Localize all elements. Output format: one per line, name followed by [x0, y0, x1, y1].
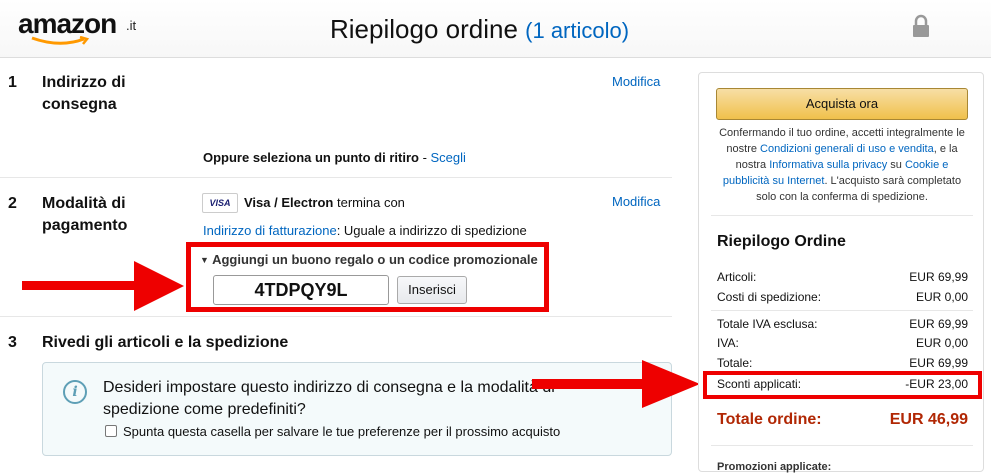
- row-value: EUR 69,99: [909, 317, 968, 331]
- section-2-title: Modalità di pagamento: [42, 195, 128, 234]
- divider: [711, 445, 973, 446]
- summary-row: Totale IVA esclusa: EUR 69,99: [717, 317, 968, 331]
- item-count-link[interactable]: (1 articolo): [525, 18, 629, 43]
- buy-now-button[interactable]: Acquista ora: [716, 88, 968, 120]
- summary-title: Riepilogo Ordine: [717, 233, 846, 250]
- edit-address-link[interactable]: Modifica: [612, 74, 660, 89]
- row-value: -EUR 23,00: [905, 377, 968, 391]
- section-3-title: Rivedi gli articoli e la spedizione: [42, 334, 289, 351]
- row-label: Totale IVA esclusa:: [717, 317, 818, 331]
- terms-link[interactable]: Condizioni generali di uso e vendita: [760, 143, 934, 155]
- order-summary-panel: Acquista ora Confermando il tuo ordine, …: [698, 72, 984, 473]
- page-header: amazon .it Riepilogo ordine (1 articolo): [0, 0, 991, 58]
- save-preferences-checkbox[interactable]: [105, 425, 117, 437]
- caret-down-icon: ▼: [200, 255, 209, 265]
- red-arrow-right-icon: [532, 360, 700, 408]
- divider: [711, 215, 973, 216]
- info-text: Desideri impostare questo indirizzo di c…: [103, 379, 555, 418]
- row-label: Totale:: [717, 356, 753, 370]
- choose-pickup-link[interactable]: Scegli: [431, 150, 466, 165]
- gift-code-toggle-label: Aggiungi un buono regalo o un codice pro…: [212, 252, 538, 267]
- terms-note: Confermando il tuo ordine, accetti integ…: [713, 125, 971, 205]
- amazon-smile-icon: [31, 36, 90, 45]
- privacy-link[interactable]: Informativa sulla privacy: [769, 159, 887, 171]
- gift-code-toggle[interactable]: ▼ Aggiungi un buono regalo o un codice p…: [200, 252, 538, 267]
- visa-card-icon: VISA: [202, 193, 238, 213]
- summary-row: IVA: EUR 0,00: [717, 336, 968, 350]
- total-value: EUR 46,99: [889, 411, 968, 428]
- promotions-label: Promozioni applicate:: [717, 461, 832, 473]
- section-2-number: 2: [8, 195, 17, 212]
- row-label: IVA:: [717, 336, 739, 350]
- total-label: Totale ordine:: [717, 411, 822, 428]
- row-label: Costi di spedizione:: [717, 290, 822, 304]
- lock-icon: [913, 14, 929, 37]
- billing-line: Indirizzo di fatturazione: Uguale a indi…: [203, 223, 527, 238]
- summary-row: Articoli: EUR 69,99: [717, 270, 968, 284]
- gift-code-input[interactable]: 4TDPQY9L: [213, 275, 389, 305]
- summary-row: Costi di spedizione: EUR 0,00: [717, 290, 968, 304]
- order-total: Totale ordine: EUR 46,99: [717, 411, 968, 429]
- red-arrow-right-icon: [22, 261, 184, 311]
- terms-text: su: [887, 159, 905, 171]
- divider: [0, 316, 672, 317]
- pickup-text: Oppure seleziona un punto di ritiro: [203, 150, 419, 165]
- discount-row: Sconti applicati: -EUR 23,00: [717, 377, 968, 391]
- divider: [0, 177, 672, 178]
- billing-text: : Uguale a indirizzo di spedizione: [336, 223, 527, 238]
- section-3-number: 3: [8, 334, 17, 351]
- row-value: EUR 69,99: [909, 356, 968, 370]
- summary-row: Totale: EUR 69,99: [717, 356, 968, 370]
- row-value: EUR 69,99: [909, 270, 968, 284]
- logo-domain: .it: [126, 18, 137, 33]
- row-label: Sconti applicati:: [717, 377, 802, 391]
- page-title: Riepilogo ordine (1 articolo): [330, 14, 629, 45]
- row-label: Articoli:: [717, 270, 757, 284]
- row-value: EUR 0,00: [915, 336, 968, 350]
- save-preferences-row[interactable]: Spunta questa casella per salvare le tue…: [105, 424, 560, 439]
- card-name: Visa / Electron: [244, 195, 334, 210]
- edit-payment-link[interactable]: Modifica: [612, 194, 660, 209]
- title-text: Riepilogo ordine: [330, 14, 518, 44]
- card-suffix: termina con: [336, 195, 405, 210]
- section-1-number: 1: [8, 74, 17, 91]
- row-value: EUR 0,00: [915, 290, 968, 304]
- card-info: Visa / Electron termina con: [244, 195, 405, 210]
- pickup-line: Oppure seleziona un punto di ritiro - Sc…: [203, 150, 466, 165]
- checkbox-label: Spunta questa casella per salvare le tue…: [123, 424, 561, 439]
- billing-address-link[interactable]: Indirizzo di fatturazione: [203, 223, 337, 238]
- section-1-title: Indirizzo di consegna: [42, 74, 126, 113]
- divider: [711, 310, 973, 311]
- apply-code-button[interactable]: Inserisci: [397, 276, 467, 304]
- info-icon: i: [63, 380, 87, 404]
- pickup-sep: -: [418, 150, 431, 165]
